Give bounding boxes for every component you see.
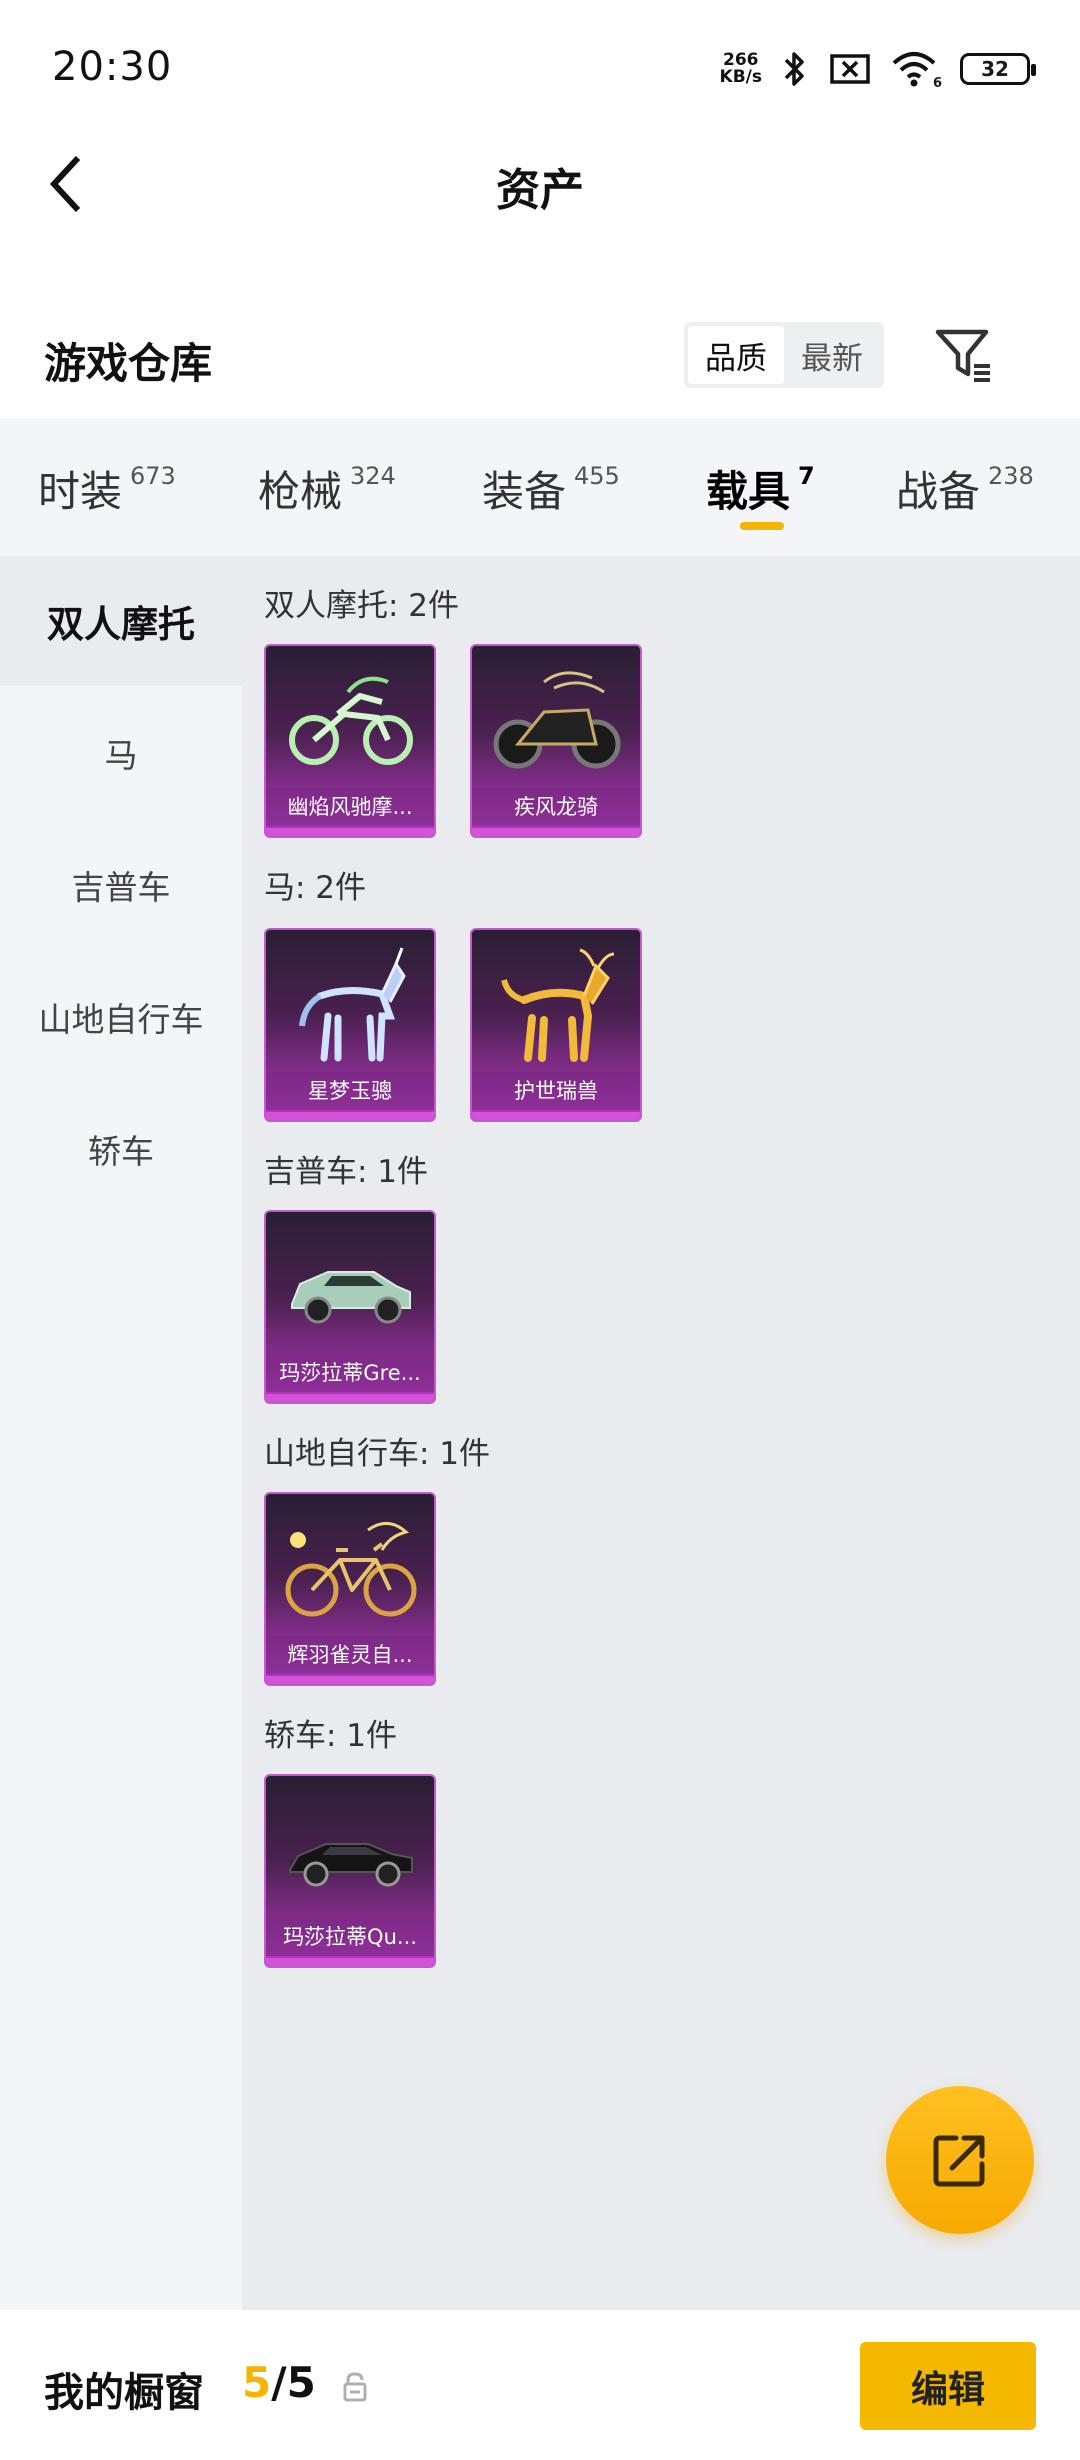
tab-vehicles[interactable]: 载具 7 — [706, 458, 815, 519]
item-card[interactable]: 玛莎拉蒂Qu... — [264, 1774, 436, 1968]
item-card[interactable]: 玛莎拉蒂Gre... — [264, 1210, 436, 1404]
bicycle-icon — [285, 1522, 417, 1617]
horse-icon — [501, 948, 615, 1062]
item-card[interactable]: 辉羽雀灵自... — [264, 1492, 436, 1686]
tab-fashion[interactable]: 时装 673 — [38, 458, 176, 519]
showcase-bar: 我的橱窗 5/5 编辑 — [0, 2310, 1080, 2460]
item-name: 护世瑞兽 — [472, 1072, 640, 1110]
filter-button[interactable] — [932, 324, 996, 388]
item-card[interactable]: 护世瑞兽 — [470, 928, 642, 1122]
item-name: 玛莎拉蒂Qu... — [266, 1918, 434, 1956]
share-fab[interactable] — [886, 2086, 1034, 2234]
item-name: 星梦玉骢 — [266, 1072, 434, 1110]
vehicle-list: 双人摩托: 2件 幽焰风驰摩... 疾风龙骑 马: 2件 星梦玉骢 护世瑞兽 吉… — [242, 556, 1080, 2310]
bluetooth-icon — [784, 52, 804, 86]
content-area: 双人摩托 马 吉普车 山地自行车 轿车 双人摩托: 2件 幽焰风驰摩... 疾风… — [0, 556, 1080, 2310]
sort-newest-button[interactable]: 最新 — [784, 326, 880, 384]
subcategory-sidebar: 双人摩托 马 吉普车 山地自行车 轿车 — [0, 556, 242, 2310]
network-speed: 266 KB/s — [719, 50, 762, 87]
horse-icon — [299, 947, 406, 1062]
wifi-badge: 6 — [932, 76, 942, 91]
tab-equipment[interactable]: 装备 455 — [482, 458, 620, 519]
status-time: 20:30 — [52, 44, 173, 90]
sidebar-item-jeep[interactable]: 吉普车 — [0, 820, 242, 950]
active-tab-indicator — [740, 522, 784, 530]
warehouse-title: 游戏仓库 — [44, 339, 213, 388]
section-title: 轿车: 1件 — [264, 1718, 398, 1754]
item-card[interactable]: 疾风龙骑 — [470, 644, 642, 838]
lock-icon — [343, 2372, 367, 2402]
wifi-status: 6 — [890, 49, 942, 91]
filter-icon — [935, 329, 990, 382]
battery-indicator: 32 — [960, 53, 1036, 85]
section-title: 山地自行车: 1件 — [264, 1436, 491, 1472]
edit-button[interactable]: 编辑 — [860, 2342, 1036, 2430]
tab-firearms[interactable]: 枪械 324 — [258, 458, 396, 519]
sort-quality-button[interactable]: 品质 — [688, 326, 784, 384]
showcase-title: 我的橱窗 — [44, 2370, 204, 2416]
showcase-count: 5/5 — [242, 2358, 316, 2407]
warehouse-row: 游戏仓库 品质 最新 — [0, 300, 1080, 420]
sort-toggle: 品质 最新 — [684, 322, 884, 388]
sidebar-item-mountain-bike[interactable]: 山地自行车 — [0, 952, 242, 1082]
section-title: 吉普车: 1件 — [264, 1154, 429, 1190]
sidebar-item-dual-motorcycle[interactable]: 双人摩托 — [0, 556, 242, 686]
item-name: 幽焰风驰摩... — [266, 788, 434, 826]
section-title: 马: 2件 — [264, 870, 367, 906]
sidebar-item-sedan[interactable]: 轿车 — [0, 1084, 242, 1214]
status-icons: 266 KB/s 6 32 — [719, 44, 1036, 94]
sidebar-item-horse[interactable]: 马 — [0, 688, 242, 818]
wifi-icon — [892, 52, 936, 87]
status-bar: 20:30 266 KB/s 6 32 — [0, 0, 1080, 120]
motorcycle-icon — [289, 676, 413, 765]
share-icon — [933, 2135, 985, 2187]
tab-supplies[interactable]: 战备 238 — [896, 458, 1034, 519]
item-name: 辉羽雀灵自... — [266, 1636, 434, 1674]
item-name: 玛莎拉蒂Gre... — [266, 1354, 434, 1392]
motorcycle-icon — [493, 671, 621, 769]
section-title: 双人摩托: 2件 — [264, 588, 460, 624]
category-tabs: 时装 673 枪械 324 装备 455 载具 7 战备 238 — [0, 418, 1080, 556]
sim-error-icon — [830, 54, 870, 84]
sedan-icon — [289, 1843, 413, 1887]
page-title: 资产 — [496, 165, 584, 216]
suv-icon — [291, 1271, 411, 1324]
item-name: 疾风龙骑 — [472, 788, 640, 826]
item-card[interactable]: 幽焰风驰摩... — [264, 644, 436, 838]
page-header: 资产 — [0, 130, 1080, 240]
item-card[interactable]: 星梦玉骢 — [264, 928, 436, 1122]
